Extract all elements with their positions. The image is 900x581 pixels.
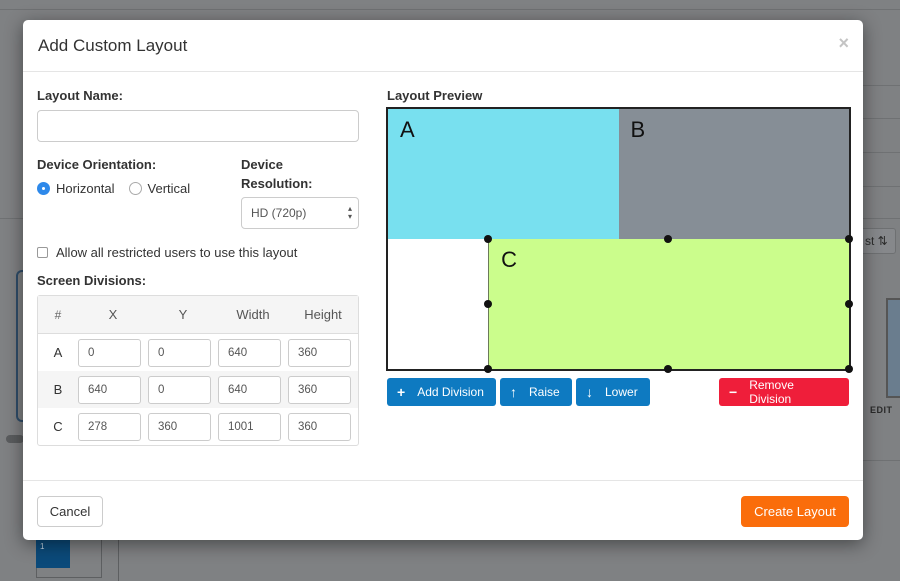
device-resolution-value: HD (720p)	[251, 206, 307, 220]
arrow-up-icon: ↑	[510, 384, 517, 400]
divisions-table: # X Y Width Height A B C	[37, 295, 359, 446]
y-input[interactable]	[148, 338, 211, 367]
radio-vertical[interactable]	[128, 182, 142, 195]
bg-edit-label: EDIT	[870, 405, 893, 415]
x-input[interactable]	[78, 375, 141, 404]
orientation-radio-group: Horizontal Vertical	[37, 181, 190, 196]
radio-horizontal[interactable]	[37, 182, 50, 195]
raise-label: Raise	[529, 385, 560, 399]
division-b[interactable]: B	[618, 109, 849, 239]
minus-icon: −	[729, 384, 738, 400]
resize-handle[interactable]	[664, 365, 673, 373]
bg-scrollbar	[6, 435, 24, 443]
restricted-users-checkbox[interactable]	[37, 247, 48, 258]
lower-label: Lower	[605, 385, 638, 399]
resize-handle[interactable]	[844, 365, 853, 373]
screen-divisions-label: Screen Divisions:	[37, 273, 147, 288]
resize-handle[interactable]	[844, 300, 853, 308]
modal-header: Add Custom Layout ×	[23, 20, 863, 72]
radio-horizontal-label: Horizontal	[56, 181, 115, 196]
modal-title: Add Custom Layout	[38, 36, 188, 55]
row-id: C	[53, 419, 63, 434]
select-arrows-icon: ▴ ▾	[347, 204, 352, 221]
table-header: # X Y Width Height	[38, 296, 358, 334]
table-row: A	[38, 334, 358, 371]
x-input[interactable]	[78, 338, 141, 367]
x-input[interactable]	[78, 412, 141, 441]
cancel-button[interactable]: Cancel	[37, 496, 103, 527]
row-id: A	[53, 345, 63, 360]
column-header-width: Width	[236, 307, 270, 322]
bg-divider	[118, 540, 119, 581]
column-header-index: #	[54, 307, 62, 322]
width-input[interactable]	[218, 338, 281, 367]
bg-sort-button: st ⇅	[858, 228, 896, 254]
restricted-users-label: Allow all restricted users to use this l…	[56, 245, 298, 260]
arrow-down-icon: ↓	[586, 384, 593, 400]
y-input[interactable]	[148, 412, 211, 441]
division-label: B	[630, 117, 646, 142]
raise-button[interactable]: ↑ Raise	[500, 378, 572, 406]
height-input[interactable]	[288, 338, 351, 367]
create-layout-button[interactable]: Create Layout	[741, 496, 849, 527]
modal-footer: Cancel Create Layout	[23, 480, 863, 540]
layout-name-label: Layout Name:	[37, 88, 123, 103]
width-input[interactable]	[218, 412, 281, 441]
remove-division-button[interactable]: − Remove Division	[719, 378, 849, 406]
bg-divider	[860, 186, 900, 187]
division-a[interactable]: A	[388, 109, 619, 239]
radio-vertical-label: Vertical	[147, 181, 191, 196]
column-header-y: Y	[178, 307, 188, 322]
lower-button[interactable]: ↓ Lower	[576, 378, 650, 406]
height-input[interactable]	[288, 412, 351, 441]
resize-handle[interactable]	[484, 365, 493, 373]
device-orientation-label: Device Orientation:	[37, 157, 157, 172]
bg-tile: 1	[36, 540, 70, 568]
layout-preview-canvas[interactable]: A B C	[386, 107, 853, 373]
device-resolution-select[interactable]: HD (720p) ▴ ▾	[241, 197, 359, 229]
close-icon[interactable]: ×	[838, 33, 849, 54]
layout-name-input[interactable]	[37, 110, 359, 142]
restricted-users-row: Allow all restricted users to use this l…	[37, 245, 297, 260]
resize-handle[interactable]	[844, 235, 853, 243]
row-id: B	[53, 382, 63, 397]
table-row: B	[38, 371, 358, 408]
width-input[interactable]	[218, 375, 281, 404]
bg-divider	[860, 85, 900, 86]
bg-divider	[860, 118, 900, 119]
bg-divider	[860, 460, 900, 461]
division-label: A	[400, 117, 415, 142]
add-division-label: Add Division	[417, 385, 484, 399]
column-header-height: Height	[304, 307, 342, 322]
bg-divider	[0, 9, 900, 10]
bg-divider	[860, 152, 900, 153]
height-input[interactable]	[288, 375, 351, 404]
table-row: C	[38, 408, 358, 445]
device-resolution-label-line2: Resolution:	[241, 176, 313, 191]
add-division-button[interactable]: + Add Division	[387, 378, 496, 406]
y-input[interactable]	[148, 375, 211, 404]
bg-layout-thumbnail	[886, 298, 900, 398]
device-resolution-label-line1: Device	[241, 157, 283, 172]
division-c[interactable]: C	[488, 239, 849, 369]
add-custom-layout-modal: Add Custom Layout × Layout Name: Device …	[23, 20, 863, 540]
plus-icon: +	[397, 384, 406, 400]
layout-preview-label: Layout Preview	[387, 88, 483, 103]
remove-division-label: Remove Division	[749, 378, 794, 406]
division-label: C	[501, 247, 517, 272]
column-header-x: X	[108, 307, 118, 322]
